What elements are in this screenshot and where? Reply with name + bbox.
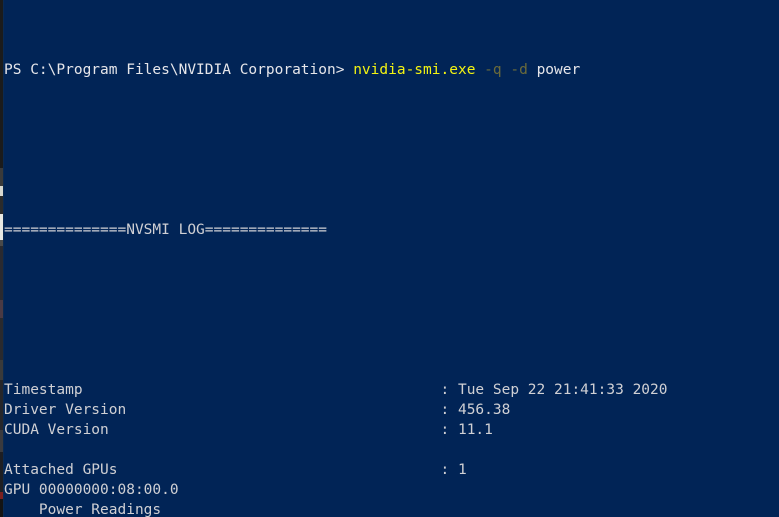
flag-d: -d	[510, 62, 528, 78]
section-heading: GPU 00000000:08:00.0	[4, 480, 779, 500]
output-row: Attached GPUs : 1	[4, 460, 779, 480]
row-label: Driver Version	[4, 402, 127, 418]
row-separator: :	[440, 382, 450, 398]
row-padding	[126, 402, 440, 418]
row-gap	[449, 382, 458, 398]
command-argument: power	[536, 62, 581, 78]
row-label: Timestamp	[4, 382, 83, 398]
row-label: GPU 00000000:08:00.0	[4, 482, 179, 498]
command-name: nvidia-smi.exe	[353, 62, 476, 78]
row-padding	[118, 462, 441, 478]
output-row: CUDA Version : 11.1	[4, 420, 779, 440]
row-label: Attached GPUs	[4, 462, 118, 478]
row-separator: :	[440, 402, 450, 418]
terminal-output-area[interactable]: PS C:\Program Files\NVIDIA Corporation> …	[4, 0, 779, 517]
flag-q: -q	[484, 62, 502, 78]
row-padding	[109, 422, 441, 438]
row-value: Tue Sep 22 21:41:33 2020	[457, 382, 668, 398]
space-1	[475, 62, 484, 78]
row-value: 11.1	[457, 422, 493, 438]
blank-row	[4, 440, 779, 460]
row-value: 456.38	[457, 402, 511, 418]
row-padding	[83, 382, 441, 398]
row-separator: :	[440, 422, 450, 438]
section-heading: Power Readings	[4, 500, 779, 517]
output-rows: Timestamp : Tue Sep 22 21:41:33 2020 Driv…	[4, 380, 779, 517]
row-gap	[449, 402, 458, 418]
row-gap	[449, 462, 458, 478]
row-value: 1	[457, 462, 467, 478]
nvsmi-log-header: ==============NVSMI LOG==============	[4, 222, 328, 238]
row-label: Power Readings	[4, 502, 162, 517]
output-row: Timestamp : Tue Sep 22 21:41:33 2020	[4, 380, 779, 400]
row-label: CUDA Version	[4, 422, 109, 438]
output-row: Driver Version : 456.38	[4, 400, 779, 420]
space-3	[528, 62, 537, 78]
command-line: PS C:\Program Files\NVIDIA Corporation> …	[4, 60, 779, 80]
row-separator: :	[440, 462, 450, 478]
prompt-text: PS C:\Program Files\NVIDIA Corporation>	[4, 62, 354, 78]
powershell-window: PS C:\Program Files\NVIDIA Corporation> …	[0, 0, 779, 517]
row-gap	[449, 422, 458, 438]
